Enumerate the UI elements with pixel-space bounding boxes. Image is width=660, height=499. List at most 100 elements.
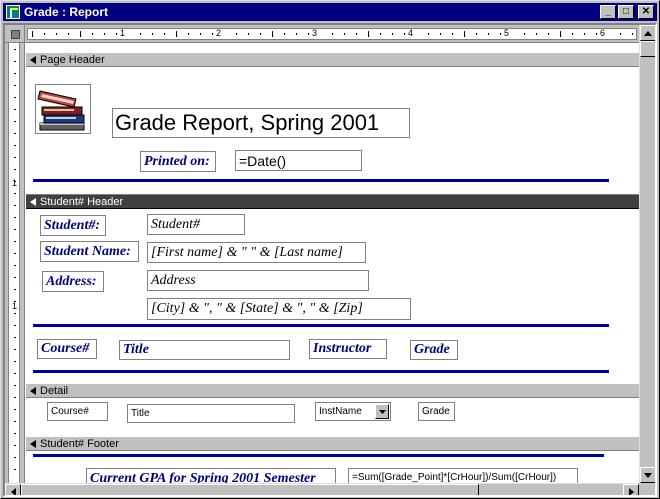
ruler-tick bbox=[476, 33, 477, 35]
horizontal-scroll-thumb[interactable] bbox=[21, 484, 479, 495]
ruler-corner-selector[interactable] bbox=[5, 25, 25, 43]
course-column-header[interactable]: Course# bbox=[37, 339, 97, 359]
detail-title-field[interactable]: Title bbox=[127, 404, 295, 423]
address-label[interactable]: Address: bbox=[42, 271, 104, 292]
student-number-label[interactable]: Student#: bbox=[40, 215, 106, 236]
ruler-tick bbox=[14, 457, 16, 458]
ruler-tick bbox=[596, 33, 597, 35]
window-title: Grade : Report bbox=[24, 5, 109, 19]
ruler-tick bbox=[296, 33, 297, 35]
vertical-scroll-thumb[interactable] bbox=[640, 41, 655, 57]
ruler-tick bbox=[56, 33, 57, 35]
title-bar[interactable]: Grade : Report _ □ ✕ bbox=[3, 3, 657, 21]
ruler-tick bbox=[14, 433, 16, 434]
student-footer-label: Student# Footer bbox=[40, 437, 119, 450]
date-textbox[interactable]: =Date() bbox=[235, 150, 362, 171]
minimize-button[interactable]: _ bbox=[600, 5, 616, 19]
title-column-header[interactable]: Title bbox=[119, 340, 290, 360]
ruler-tick bbox=[332, 33, 333, 35]
ruler-tick bbox=[14, 73, 16, 74]
ruler-number: 3 bbox=[312, 28, 318, 38]
ruler-tick bbox=[152, 33, 153, 35]
scroll-right-icon[interactable] bbox=[623, 484, 639, 495]
ruler-tick bbox=[14, 241, 16, 242]
ruler-tick bbox=[14, 61, 16, 62]
printed-on-label[interactable]: Printed on: bbox=[140, 151, 216, 172]
ruler-tick bbox=[14, 313, 16, 314]
grade-column-header[interactable]: Grade bbox=[410, 340, 458, 360]
vertical-scrollbar[interactable] bbox=[639, 25, 655, 483]
ruler-tick bbox=[428, 33, 429, 35]
ruler-tick bbox=[584, 33, 585, 35]
page-header-rule[interactable] bbox=[33, 179, 609, 182]
ruler-tick bbox=[14, 49, 16, 50]
student-name-label[interactable]: Student Name: bbox=[40, 241, 139, 262]
detail-band[interactable]: Detail bbox=[26, 383, 639, 398]
instname-combobox[interactable]: InstName bbox=[315, 402, 391, 421]
student-header-band[interactable]: Student# Header bbox=[26, 194, 639, 209]
ruler-tick bbox=[356, 33, 357, 35]
close-button[interactable]: ✕ bbox=[638, 5, 654, 19]
ruler-tick bbox=[188, 33, 189, 35]
ruler-tick bbox=[14, 253, 16, 254]
horizontal-ruler[interactable]: 1 2 3 4 5 6 bbox=[25, 25, 639, 43]
ruler-tick bbox=[14, 445, 16, 446]
detail-label: Detail bbox=[40, 384, 69, 397]
ruler-tick bbox=[344, 33, 345, 35]
vertical-ruler[interactable]: 1 1 bbox=[5, 43, 25, 483]
student-number-field[interactable]: Student# bbox=[147, 214, 245, 235]
ruler-tick bbox=[14, 385, 16, 386]
ruler-tick bbox=[14, 157, 16, 158]
scroll-down-icon[interactable] bbox=[640, 467, 655, 483]
ruler-tick bbox=[14, 97, 16, 98]
page-header-band[interactable]: Page Header bbox=[26, 52, 639, 67]
ruler-tick bbox=[176, 31, 177, 37]
maximize-button[interactable]: □ bbox=[618, 5, 634, 19]
instructor-column-header[interactable]: Instructor bbox=[309, 339, 387, 359]
student-header-rule-top[interactable] bbox=[33, 324, 609, 327]
combo-dropdown-icon[interactable] bbox=[375, 404, 389, 419]
ruler-number: 5 bbox=[504, 28, 510, 38]
ruler-number: 1 bbox=[120, 28, 126, 38]
horizontal-scrollbar[interactable] bbox=[5, 483, 639, 495]
ruler-tick bbox=[14, 373, 16, 374]
ruler-tick bbox=[14, 145, 16, 146]
ruler-tick bbox=[14, 289, 16, 290]
ruler-tick bbox=[380, 33, 381, 35]
ruler-tick bbox=[14, 181, 16, 182]
ruler-tick bbox=[14, 217, 16, 218]
ruler-tick bbox=[548, 33, 549, 35]
ruler-tick bbox=[14, 337, 16, 338]
ruler-tick bbox=[14, 85, 16, 86]
detail-course-field[interactable]: Course# bbox=[47, 402, 108, 421]
ruler-tick bbox=[44, 33, 45, 35]
ruler-tick bbox=[14, 121, 16, 122]
footer-rule-top[interactable] bbox=[33, 454, 604, 457]
student-name-field[interactable]: [First name] & " " & [Last name] bbox=[147, 242, 366, 263]
city-state-zip-field[interactable]: [City] & ", " & [State] & ", " & [Zip] bbox=[147, 298, 411, 320]
ruler-tick bbox=[14, 133, 16, 134]
size-grip[interactable] bbox=[639, 483, 655, 495]
ruler-tick bbox=[236, 33, 237, 35]
ruler-tick bbox=[392, 33, 393, 35]
ruler-tick bbox=[500, 33, 501, 35]
ruler-number: 6 bbox=[600, 28, 606, 38]
student-footer-band[interactable]: Student# Footer bbox=[26, 436, 639, 451]
address-field[interactable]: Address bbox=[147, 270, 369, 291]
ruler-tick bbox=[14, 349, 16, 350]
ruler-tick bbox=[14, 361, 16, 362]
report-window-icon[interactable] bbox=[6, 5, 20, 19]
ruler-tick bbox=[200, 33, 201, 35]
scroll-up-icon[interactable] bbox=[640, 25, 655, 41]
ruler-tick bbox=[272, 31, 273, 37]
books-image[interactable] bbox=[35, 84, 91, 134]
ruler-tick bbox=[452, 33, 453, 35]
report-title-textbox[interactable]: Grade Report, Spring 2001 bbox=[112, 108, 410, 138]
student-header-rule-bottom[interactable] bbox=[33, 370, 609, 373]
student-header-label: Student# Header bbox=[40, 195, 124, 208]
ruler-tick bbox=[14, 469, 16, 470]
ruler-tick bbox=[248, 33, 249, 35]
scroll-left-icon[interactable] bbox=[5, 484, 21, 495]
detail-grade-field[interactable]: Grade bbox=[418, 402, 455, 421]
ruler-number: 1 bbox=[12, 301, 18, 311]
